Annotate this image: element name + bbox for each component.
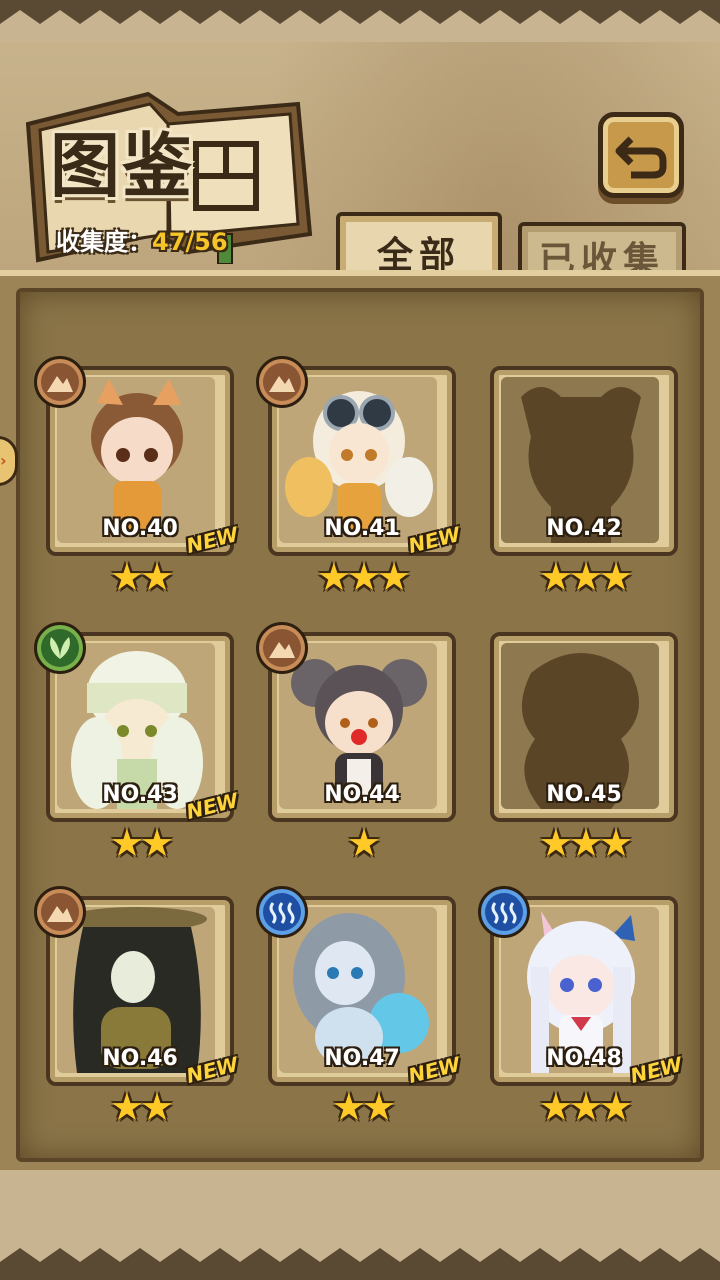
star-rating: ★★★ [316,555,411,599]
star-rating: ★★★ [538,555,633,599]
return-arrow-icon [615,136,667,179]
character-card[interactable]: NO.48 NEW ★★★ [478,886,685,1126]
star-rating: ★★★ [538,821,633,865]
character-card[interactable]: NO.47 NEW ★★ [256,886,463,1126]
leaf-element-icon [34,622,86,674]
character-card-locked[interactable]: NO.42 ★★★ [490,366,678,596]
character-card[interactable]: NO.43 NEW ★★ [34,622,241,862]
earth-element-icon [256,356,308,408]
star-rating: ★★ [109,555,174,599]
character-card[interactable]: NO.44 ★ [256,622,456,862]
card-number: NO.44 [324,782,400,807]
card-number: NO.42 [546,516,622,541]
star-rating: ★★ [109,1085,174,1129]
earth-element-icon [256,622,308,674]
bottom-border-trim [0,1170,720,1280]
earth-element-icon [34,886,86,938]
character-card[interactable]: NO.41 NEW ★★★ [256,356,463,596]
water-element-icon [256,886,308,938]
top-border-trim [0,0,720,42]
page-title: 图鉴 [50,124,194,207]
star-rating: ★★ [109,821,174,865]
progress-label: 收集度： [56,228,152,256]
back-button[interactable] [598,112,684,198]
progress-value: 47/56 [152,228,228,256]
chevron-right-icon: › [0,451,7,470]
character-card-locked[interactable]: NO.45 ★★★ [490,632,678,862]
star-rating: ★★★ [538,1085,633,1129]
card-number: NO.45 [546,782,622,807]
character-card[interactable]: NO.40 NEW ★★ [34,356,241,596]
star-rating: ★ [346,821,381,865]
water-element-icon [478,886,530,938]
character-card[interactable]: NO.46 NEW ★★ [34,886,241,1126]
collection-progress: 收集度：47/56 [56,222,228,257]
star-rating: ★★ [331,1085,396,1129]
earth-element-icon [34,356,86,408]
